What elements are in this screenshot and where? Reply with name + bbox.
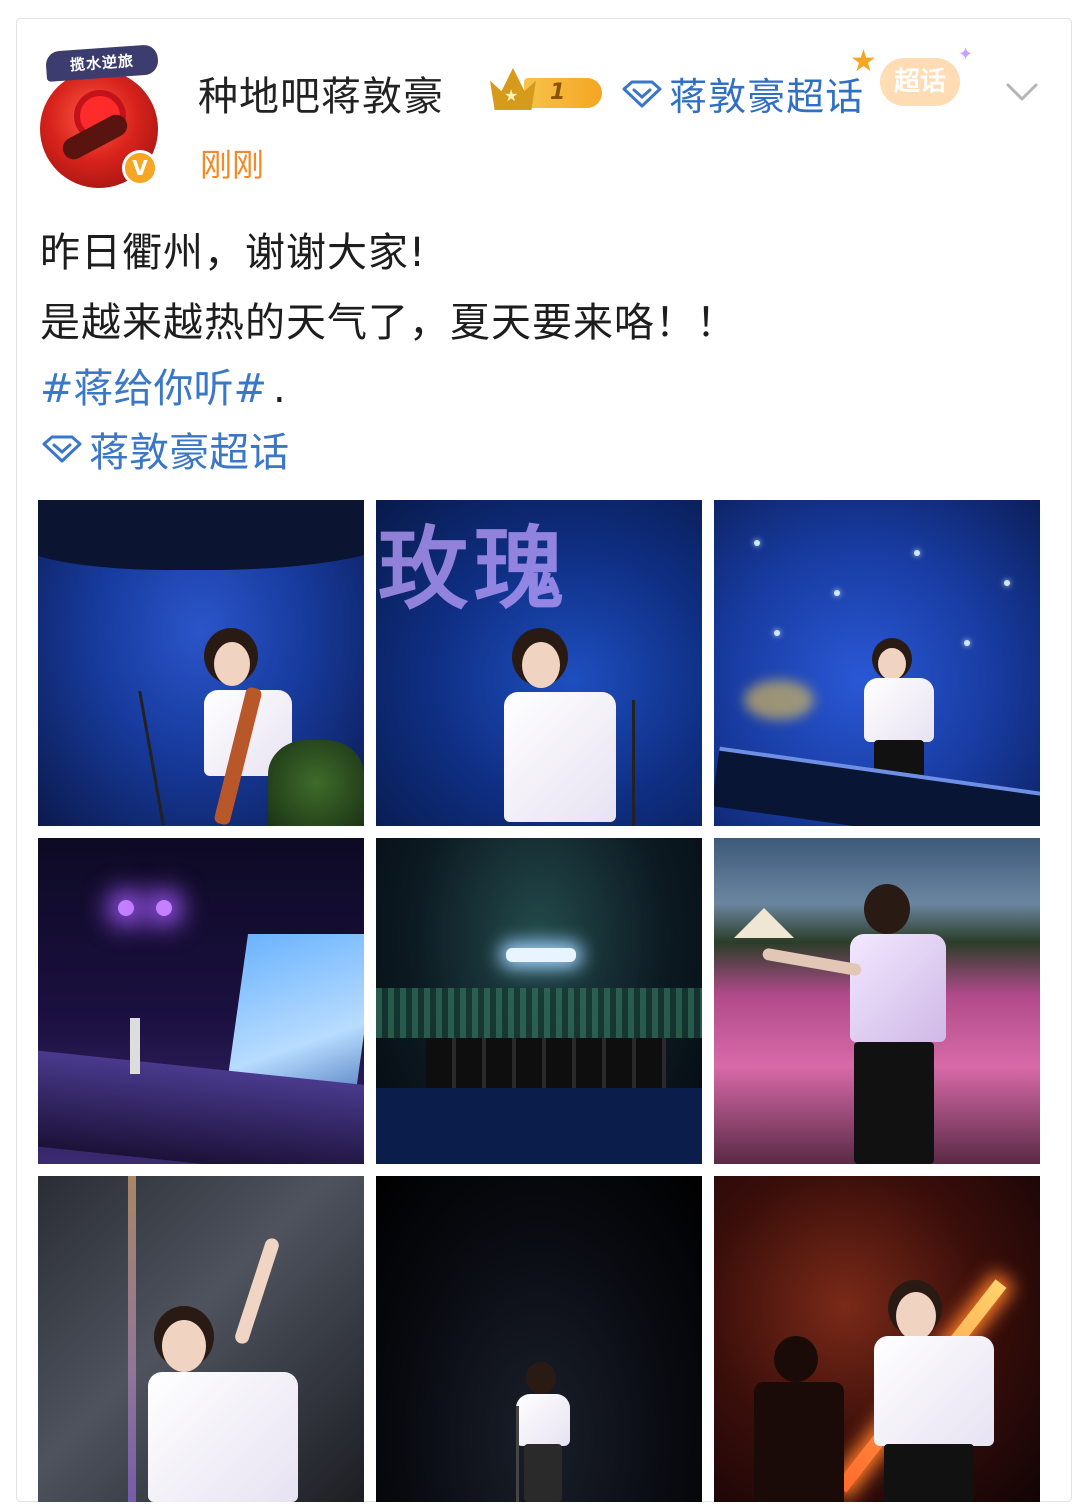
performer-hair xyxy=(864,884,910,934)
crown-star-icon: ★ xyxy=(504,86,519,105)
topic-link[interactable]: 蒋敦豪超话 xyxy=(40,420,289,478)
performer-figure xyxy=(130,1018,140,1074)
performer-pants xyxy=(884,1444,974,1502)
verified-v-icon: V xyxy=(122,150,158,186)
post-text-line-1: 昨日衢州，谢谢大家! xyxy=(40,230,427,276)
raised-arm xyxy=(233,1236,281,1346)
performer-face xyxy=(522,642,560,688)
performer-shirt xyxy=(516,1394,570,1446)
sticker-bubble: 超话 xyxy=(880,58,960,106)
avatar[interactable]: 揽水逆旅 V xyxy=(38,42,166,188)
username[interactable]: 种地吧蒋敦豪 xyxy=(198,64,444,122)
performer-face xyxy=(214,642,250,686)
tent xyxy=(734,908,794,938)
performer-shirt xyxy=(504,692,616,822)
supertopic-label: 蒋敦豪超话 xyxy=(669,75,865,119)
performer-arm xyxy=(761,947,863,977)
photo-5[interactable] xyxy=(376,838,702,1164)
photo-9[interactable] xyxy=(714,1176,1040,1502)
post-timestamp: 刚刚 xyxy=(200,146,265,184)
star-light xyxy=(774,630,780,636)
chevron-down-icon[interactable] xyxy=(1004,74,1040,110)
performer-face xyxy=(878,648,906,680)
guitarist-head xyxy=(774,1336,818,1382)
yellow-glow xyxy=(744,680,814,720)
star-light xyxy=(1004,580,1010,586)
performer-pants xyxy=(524,1444,562,1502)
performer-hair xyxy=(526,1362,556,1394)
stage-light xyxy=(156,900,172,916)
group-seated xyxy=(426,1038,666,1088)
mic-stand xyxy=(632,700,635,826)
star-light xyxy=(964,640,970,646)
crowd xyxy=(376,988,702,1038)
photo-1[interactable] xyxy=(38,500,364,826)
screen-lyric-text: 玫瑰 xyxy=(378,517,570,622)
hashtag-link[interactable]: #蒋给你听# xyxy=(40,366,267,412)
supertopic-link[interactable]: 蒋敦豪超话 xyxy=(620,66,865,119)
stage-lights xyxy=(506,948,576,962)
crown-level-icon[interactable]: 1 ★ xyxy=(490,68,606,112)
supertopic-sticker: ★ 超话 ✦ xyxy=(850,44,974,114)
photo-7[interactable] xyxy=(38,1176,364,1502)
sparkle-icon: ✦ xyxy=(958,44,974,65)
performer-pants xyxy=(854,1042,934,1164)
star-light xyxy=(834,590,840,596)
hashtag-row: #蒋给你听#. xyxy=(40,356,286,414)
post-text-line-2: 是越来越热的天气了，夏天要来咯！！ xyxy=(40,300,737,346)
star-icon: ★ xyxy=(850,44,877,79)
stage-light xyxy=(118,900,134,916)
performer-face xyxy=(896,1292,936,1340)
diamond-icon xyxy=(42,435,82,463)
performer-shirt xyxy=(874,1336,994,1446)
diamond-icon xyxy=(622,80,662,107)
topic-link-label: 蒋敦豪超话 xyxy=(89,430,290,476)
star-light xyxy=(754,540,760,546)
performer-shirt xyxy=(148,1372,298,1502)
performer-shirt xyxy=(864,678,934,742)
star-light xyxy=(914,550,920,556)
mic-stand xyxy=(516,1406,519,1502)
photo-8[interactable] xyxy=(376,1176,702,1502)
stage-rock-top xyxy=(38,500,364,570)
plant-decoration xyxy=(268,740,364,826)
light-streak xyxy=(128,1176,136,1502)
guitarist-body xyxy=(754,1382,844,1502)
photo-4[interactable] xyxy=(38,838,364,1164)
photo-2[interactable]: 玫瑰 xyxy=(376,500,702,826)
performer-shirt xyxy=(850,934,946,1042)
photo-6[interactable] xyxy=(714,838,1040,1164)
hashtag-suffix: . xyxy=(273,366,286,412)
avatar-pendant-badge: 揽水逆旅 xyxy=(45,44,159,82)
performer-face xyxy=(162,1320,206,1372)
mic-stand xyxy=(138,690,165,826)
photo-3[interactable] xyxy=(714,500,1040,826)
stage-floor xyxy=(376,1088,702,1164)
